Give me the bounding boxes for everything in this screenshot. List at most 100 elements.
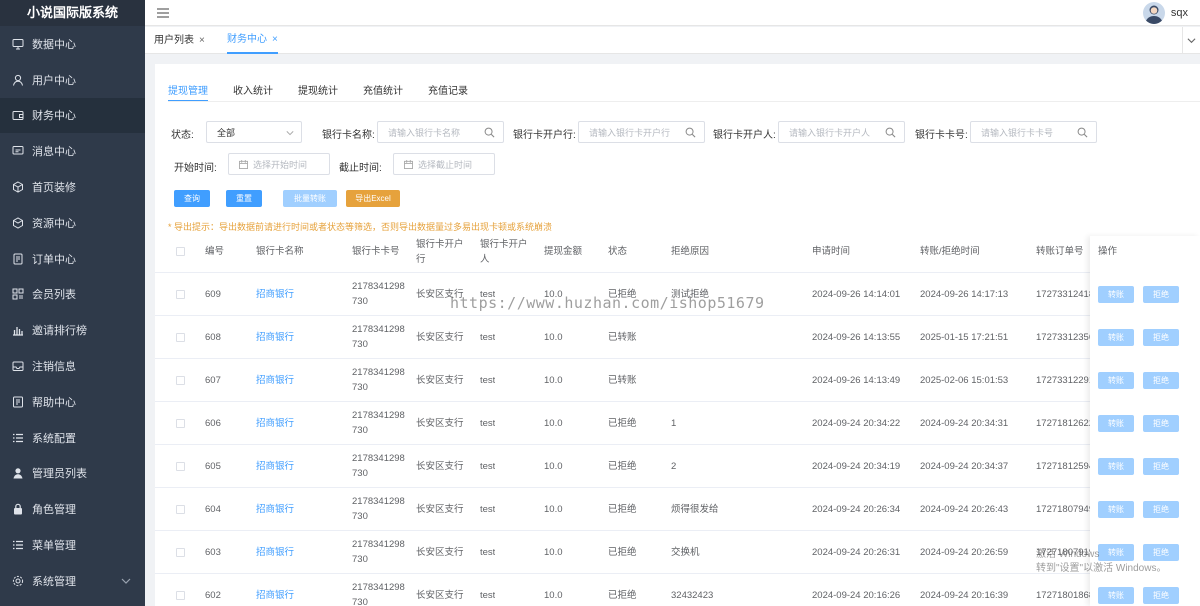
bar-chart-icon [12, 324, 24, 336]
sidebar-item-label: 资源中心 [32, 217, 76, 230]
hamburger-icon[interactable] [157, 7, 169, 19]
bank-name-input[interactable]: 请输入银行卡名称 [377, 121, 504, 143]
cell-bank-name[interactable]: 招商银行 [256, 545, 294, 560]
row-checkbox[interactable] [176, 462, 185, 471]
cell-reason: 2 [671, 461, 677, 472]
bank-holder-input[interactable]: 请输入银行卡开户人 [778, 121, 905, 143]
reject-button[interactable]: 拒绝 [1143, 329, 1179, 346]
status-select[interactable]: 全部 [206, 121, 302, 143]
cell-bank-name[interactable]: 招商银行 [256, 287, 294, 302]
user-menu[interactable]: sqx [1142, 2, 1188, 24]
cell-card-no: 730 [352, 425, 368, 436]
transfer-button[interactable]: 转账 [1098, 372, 1134, 389]
subtab-withdraw-management[interactable]: 提现管理 [168, 82, 208, 102]
tabs-dropdown[interactable] [1182, 27, 1200, 54]
cell-amount: 10.0 [544, 504, 563, 515]
end-time-picker[interactable]: 选择截止时间 [393, 153, 495, 175]
sidebar-item[interactable]: 财务中心 [0, 97, 145, 134]
row-checkbox[interactable] [176, 548, 185, 557]
help-icon [12, 396, 24, 408]
bank-no-input[interactable]: 请输入银行卡卡号 [970, 121, 1097, 143]
subtab-income-stats[interactable]: 收入统计 [233, 82, 273, 102]
monitor-icon [12, 38, 24, 50]
cell-process-time: 2025-01-15 17:21:51 [920, 332, 1009, 343]
tab-finance[interactable]: 财务中心 × [227, 27, 278, 54]
reject-button[interactable]: 拒绝 [1143, 587, 1179, 604]
reject-button[interactable]: 拒绝 [1143, 286, 1179, 303]
transfer-button[interactable]: 转账 [1098, 458, 1134, 475]
reject-button[interactable]: 拒绝 [1143, 501, 1179, 518]
reject-button[interactable]: 拒绝 [1143, 372, 1179, 389]
placeholder: 请输入银行卡开户人 [789, 127, 871, 138]
cell-holder: test [480, 289, 496, 300]
query-button[interactable]: 查询 [174, 190, 210, 207]
sidebar-item[interactable]: 用户中心 [0, 62, 145, 98]
sidebar-item[interactable]: 菜单管理 [0, 527, 145, 563]
sidebar-item[interactable]: 资源中心 [0, 205, 145, 241]
sidebar-item-label: 注销信息 [32, 361, 76, 374]
select-all-checkbox[interactable] [176, 247, 185, 256]
sidebar-item[interactable]: 管理员列表 [0, 456, 145, 492]
cell-bank-name[interactable]: 招商银行 [256, 502, 294, 517]
th-process-time: 转账/拒绝时间 [920, 246, 980, 257]
transfer-button[interactable]: 转账 [1098, 501, 1134, 518]
reject-button[interactable]: 拒绝 [1143, 458, 1179, 475]
cell-reason: 32432423 [671, 590, 714, 601]
transfer-button[interactable]: 转账 [1098, 286, 1134, 303]
username: sqx [1170, 7, 1188, 19]
sidebar-item[interactable]: 会员列表 [0, 277, 145, 313]
cell-amount: 10.0 [544, 289, 563, 300]
transfer-button[interactable]: 转账 [1098, 544, 1134, 561]
cell-bank-name[interactable]: 招商银行 [256, 416, 294, 431]
sidebar-item-label: 角色管理 [32, 504, 76, 517]
row-checkbox[interactable] [176, 419, 185, 428]
sidebar-item[interactable]: 首页装修 [0, 169, 145, 205]
sidebar-item[interactable]: 系统配置 [0, 420, 145, 456]
batch-transfer-button[interactable]: 批量转账 [283, 190, 337, 207]
row-checkbox[interactable] [176, 505, 185, 514]
transfer-button[interactable]: 转账 [1098, 587, 1134, 604]
start-time-picker[interactable]: 选择开始时间 [228, 153, 330, 175]
cell-bank-name[interactable]: 招商银行 [256, 373, 294, 388]
subtab-withdraw-stats[interactable]: 提现统计 [298, 82, 338, 102]
grid-icon [12, 288, 24, 300]
sidebar-item[interactable]: 角色管理 [0, 491, 145, 527]
sidebar-item[interactable]: 注销信息 [0, 348, 145, 384]
bank-branch-input[interactable]: 请输入银行卡开户行 [578, 121, 705, 143]
reset-button[interactable]: 重置 [226, 190, 262, 207]
export-excel-button[interactable]: 导出Excel [346, 190, 400, 207]
cell-holder: test [480, 418, 496, 429]
row-checkbox[interactable] [176, 591, 185, 600]
inbox-icon [12, 360, 24, 372]
placeholder: 选择截止时间 [418, 159, 473, 170]
row-checkbox[interactable] [176, 333, 185, 342]
cell-process-time: 2024-09-24 20:34:37 [920, 461, 1009, 472]
sidebar-item[interactable]: 消息中心 [0, 133, 145, 169]
reject-button[interactable]: 拒绝 [1143, 544, 1179, 561]
lock-icon [12, 503, 24, 515]
reject-button[interactable]: 拒绝 [1143, 415, 1179, 432]
transfer-button[interactable]: 转账 [1098, 415, 1134, 432]
row-checkbox[interactable] [176, 376, 185, 385]
sidebar-item[interactable]: 帮助中心 [0, 384, 145, 420]
message-icon [12, 145, 24, 157]
chevron-down-icon [286, 131, 294, 136]
sidebar-item[interactable]: 系统管理 [0, 563, 145, 599]
cell-bank-name[interactable]: 招商银行 [256, 459, 294, 474]
cell-card-no: 730 [352, 339, 368, 350]
sidebar-item[interactable]: 数据中心 [0, 26, 145, 62]
tab-user-list[interactable]: 用户列表 × [154, 27, 205, 54]
cell-bank-name[interactable]: 招商银行 [256, 330, 294, 345]
chevron-down-icon [1187, 38, 1196, 44]
close-icon[interactable]: × [199, 27, 205, 54]
subtab-recharge-stats[interactable]: 充值统计 [363, 82, 403, 102]
cell-bank-name[interactable]: 招商银行 [256, 588, 294, 603]
close-icon[interactable]: × [272, 26, 278, 53]
sidebar-item[interactable]: 邀请排行榜 [0, 312, 145, 348]
sidebar-item-label: 财务中心 [32, 110, 76, 123]
transfer-button[interactable]: 转账 [1098, 329, 1134, 346]
subtab-recharge-records[interactable]: 充值记录 [428, 82, 468, 102]
sidebar-item[interactable]: 订单中心 [0, 241, 145, 277]
row-checkbox[interactable] [176, 290, 185, 299]
avatar [1142, 2, 1165, 24]
